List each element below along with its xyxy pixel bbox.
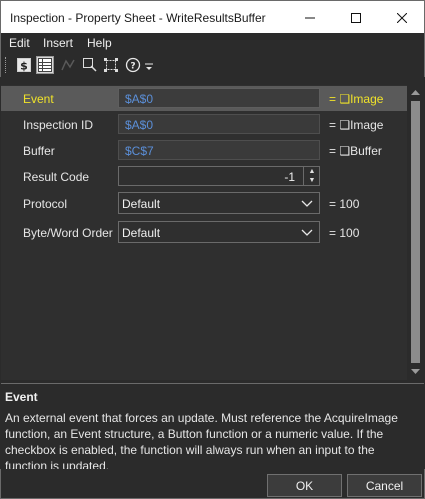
property-row-result-code[interactable]: Result Code -1 ▲ ▼ (1, 164, 407, 189)
description-title: Event (5, 390, 38, 404)
menu-edit[interactable]: Edit (9, 36, 30, 50)
maximize-button[interactable] (333, 1, 379, 34)
scroll-up-icon[interactable] (411, 88, 420, 97)
property-result: = ❑Image (329, 92, 384, 106)
protocol-select[interactable]: Default (118, 192, 320, 214)
scrollbar-thumb[interactable] (411, 101, 420, 363)
shape-button[interactable] (59, 56, 77, 74)
select-region-button[interactable] (102, 56, 120, 74)
menu-bar: Edit Insert Help (0, 33, 425, 53)
menu-help[interactable]: Help (87, 36, 112, 50)
property-label: Event (23, 92, 54, 106)
result-code-value: -1 (284, 170, 295, 184)
property-label: Result Code (23, 170, 90, 184)
ok-button[interactable]: OK (267, 474, 342, 497)
protocol-selected-value: Default (122, 197, 161, 211)
maximize-icon (351, 12, 361, 23)
dollar-sheet-button[interactable]: $ (15, 56, 33, 74)
property-label: Protocol (23, 197, 68, 211)
property-row-event[interactable]: Event $A$0 = ❑Image (1, 86, 407, 111)
chevron-down-icon (301, 200, 313, 207)
close-icon (397, 12, 407, 23)
property-result: = ❑Buffer (329, 144, 382, 158)
stepper-down-icon[interactable]: ▼ (307, 176, 317, 185)
property-result: = 100 (329, 226, 360, 240)
grip-icon[interactable] (5, 57, 8, 73)
dropdown-arrow-icon (145, 63, 153, 70)
property-value: $A$0 (125, 118, 154, 132)
property-row-protocol[interactable]: Protocol Default = 100 (1, 190, 407, 218)
property-row-inspection-id[interactable]: Inspection ID $A$0 = ❑Image (1, 112, 407, 137)
property-value-field[interactable]: $A$0 (118, 114, 320, 134)
dialog-footer: OK Cancel (0, 469, 425, 499)
zoom-region-icon (83, 58, 97, 72)
window-title: Inspection - Property Sheet - WriteResul… (10, 11, 266, 25)
property-row-buffer[interactable]: Buffer $C$7 = ❑Buffer (1, 138, 407, 163)
help-icon: ? (125, 57, 141, 73)
select-region-icon (104, 58, 118, 72)
byte-order-select[interactable]: Default (118, 221, 320, 243)
description-body: An external event that forces an update.… (5, 411, 398, 469)
property-label: Buffer (23, 144, 55, 158)
toolbar: $ ? (0, 53, 425, 77)
property-label: Inspection ID (23, 118, 94, 132)
property-grid: Event $A$0 = ❑Image Inspection ID $A$0 =… (1, 85, 407, 380)
vertical-scrollbar[interactable] (407, 85, 424, 380)
property-result: = 100 (329, 197, 360, 211)
svg-text:$: $ (20, 60, 28, 73)
minimize-icon (305, 17, 315, 18)
property-label: Byte/Word Order (23, 226, 113, 240)
close-button[interactable] (379, 1, 425, 34)
menu-insert[interactable]: Insert (43, 36, 73, 50)
help-button[interactable]: ? (124, 56, 142, 74)
property-result: = ❑Image (329, 118, 384, 132)
property-value: $C$7 (125, 144, 154, 158)
chevron-down-icon (301, 229, 313, 236)
property-value-field[interactable]: $C$7 (118, 140, 320, 160)
property-value-field[interactable]: $A$0 (118, 88, 320, 108)
description-panel: Event An external event that forces an u… (1, 383, 424, 469)
svg-text:?: ? (130, 62, 135, 72)
minimize-button[interactable] (287, 1, 333, 34)
result-code-stepper[interactable]: -1 ▲ ▼ (118, 166, 320, 186)
zoom-region-button[interactable] (81, 56, 99, 74)
toolbar-dropdown-button[interactable] (144, 61, 154, 73)
property-row-byte-word-order[interactable]: Byte/Word Order Default = 100 (1, 219, 407, 247)
property-value: $A$0 (125, 92, 154, 106)
stepper-arrows: ▲ ▼ (303, 167, 319, 185)
grid-view-icon (38, 58, 52, 72)
cancel-button[interactable]: Cancel (347, 474, 422, 497)
stepper-up-icon[interactable]: ▲ (307, 167, 317, 176)
title-bar: Inspection - Property Sheet - WriteResul… (0, 0, 425, 33)
scroll-down-icon[interactable] (411, 367, 420, 376)
grid-view-button[interactable] (36, 56, 54, 74)
byte-order-selected-value: Default (122, 226, 161, 240)
dollar-sheet-icon: $ (17, 58, 31, 73)
shape-icon (61, 59, 75, 71)
